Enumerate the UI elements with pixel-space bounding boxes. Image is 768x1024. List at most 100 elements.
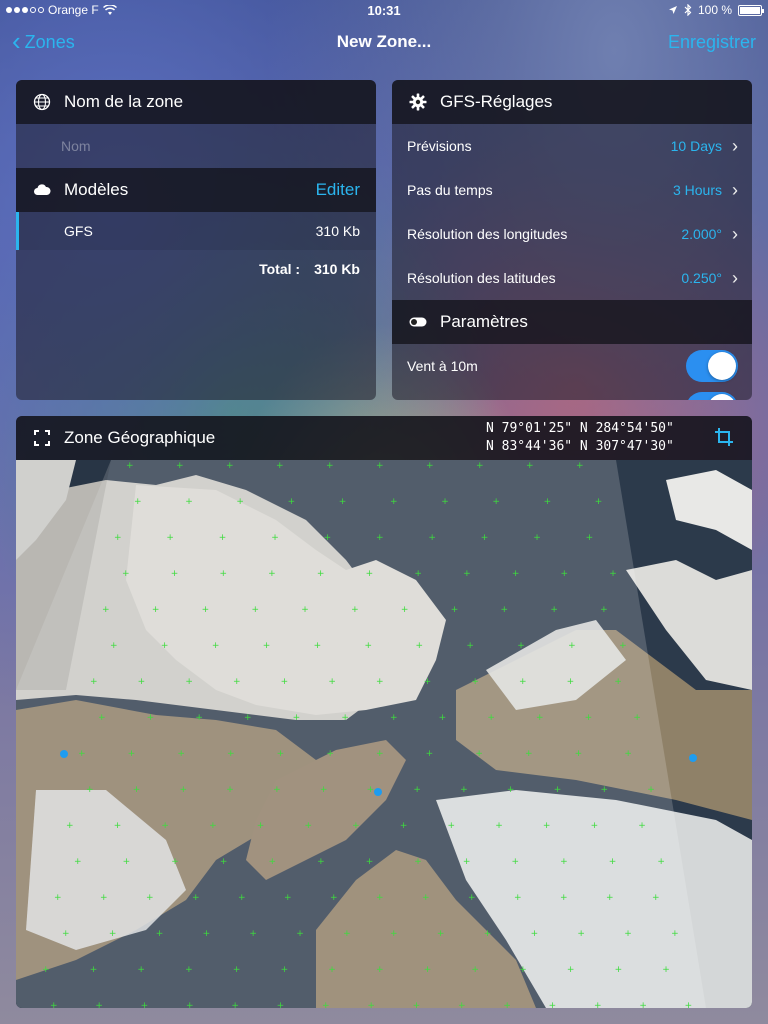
grid-point: +	[512, 569, 520, 579]
next-parameter-toggle[interactable]	[686, 392, 738, 400]
grid-point: +	[671, 929, 679, 939]
total-value: 310 Kb	[314, 261, 360, 277]
grid-point: +	[544, 497, 552, 507]
grid-point: +	[330, 893, 338, 903]
grid-point: +	[619, 641, 627, 651]
grid-point: +	[376, 965, 384, 975]
grid-point: +	[376, 749, 384, 759]
grid-point: +	[98, 713, 106, 723]
grid-point: +	[624, 929, 632, 939]
grid-point: +	[244, 713, 252, 723]
grid-point: +	[251, 605, 259, 615]
grid-point: +	[212, 641, 220, 651]
satellite-map[interactable]: + + + + + + + + + + + + + + + + + + + + + + + + + + + + + + + + + + + + + + + +…	[16, 460, 752, 1008]
grid-point: +	[441, 497, 449, 507]
grid-point: +	[288, 497, 296, 507]
grid-point: +	[426, 461, 434, 471]
model-size: 310 Kb	[315, 223, 360, 239]
crop-icon[interactable]	[714, 427, 734, 452]
grid-point: +	[533, 533, 541, 543]
grid-point: +	[475, 749, 483, 759]
carrier-label: Orange F	[48, 3, 99, 17]
grid-point: +	[326, 461, 334, 471]
parameters-header: Paramètres	[392, 300, 752, 344]
grid-point: +	[414, 857, 422, 867]
grid-point: +	[476, 461, 484, 471]
expand-icon[interactable]	[32, 428, 52, 448]
edit-models-button[interactable]: Editer	[316, 180, 360, 200]
forecast-row[interactable]: Prévisions 10 Days ›	[392, 124, 752, 168]
grid-point: +	[50, 1001, 58, 1008]
latitude-resolution-row[interactable]: Résolution des latitudes 0.250° ›	[392, 256, 752, 300]
grid-point: +	[484, 929, 492, 939]
grid-point: +	[624, 749, 632, 759]
zone-name-input[interactable]	[61, 138, 341, 154]
grid-point: +	[685, 1001, 693, 1008]
globe-icon	[32, 92, 52, 112]
grid-point: +	[428, 533, 436, 543]
grid-point: +	[639, 1001, 647, 1008]
grid-point: +	[415, 641, 423, 651]
grid-point: +	[614, 677, 622, 687]
grid-point: +	[257, 821, 265, 831]
setting-value: 3 Hours	[672, 182, 722, 198]
grid-point: +	[426, 749, 434, 759]
grid-point: +	[514, 893, 522, 903]
grid-point: +	[277, 1001, 285, 1008]
grid-point: +	[366, 569, 374, 579]
station-marker[interactable]	[374, 788, 382, 796]
grid-point: +	[186, 1001, 194, 1008]
grid-point: +	[549, 1001, 557, 1008]
grid-point: +	[343, 929, 351, 939]
grid-point: +	[647, 785, 655, 795]
grid-point: +	[609, 569, 617, 579]
grid-point: +	[525, 749, 533, 759]
grid-point: +	[424, 965, 432, 975]
station-marker[interactable]	[60, 750, 68, 758]
model-row-gfs[interactable]: GFS 310 Kb	[16, 212, 376, 250]
grid-point: +	[638, 821, 646, 831]
gfs-settings-header: GFS-Réglages	[392, 80, 752, 124]
grid-point: +	[451, 605, 459, 615]
setting-value: 0.250°	[681, 270, 722, 286]
station-marker[interactable]	[689, 754, 697, 762]
grid-point: +	[263, 641, 271, 651]
grid-point: +	[400, 821, 408, 831]
grid-point: +	[42, 965, 50, 975]
grid-point: +	[463, 857, 471, 867]
gfs-settings-title: GFS-Réglages	[440, 92, 553, 111]
grid-point: +	[591, 821, 599, 831]
grid-point: +	[536, 713, 544, 723]
time-step-row[interactable]: Pas du temps 3 Hours ›	[392, 168, 752, 212]
location-arrow-icon	[668, 6, 677, 14]
grid-point: +	[296, 929, 304, 939]
geographic-zone-panel: Zone Géographique N 79°01'25" N 284°54'5…	[16, 416, 752, 1008]
back-button[interactable]: ‹ Zones	[12, 25, 212, 56]
geographic-zone-header: Zone Géographique N 79°01'25" N 284°54'5…	[16, 416, 752, 460]
grid-point: +	[141, 1001, 149, 1008]
grid-point: +	[519, 965, 527, 975]
chevron-left-icon: ‹	[12, 25, 21, 56]
grid-point: +	[560, 857, 568, 867]
clock: 10:31	[367, 2, 401, 18]
grid-point: +	[95, 1001, 103, 1008]
grid-point: +	[517, 641, 525, 651]
wind-10m-toggle[interactable]	[686, 350, 738, 382]
grid-point: +	[376, 677, 384, 687]
grid-point: +	[276, 461, 284, 471]
grid-point: +	[560, 893, 568, 903]
grid-point: +	[314, 641, 322, 651]
grid-point: +	[328, 965, 336, 975]
save-button[interactable]: Enregistrer	[556, 32, 756, 53]
setting-value: 10 Days	[670, 138, 722, 154]
grid-point: +	[615, 965, 623, 975]
grid-point: +	[114, 533, 122, 543]
grid-point: +	[460, 785, 468, 795]
wifi-icon	[102, 4, 117, 15]
grid-point: +	[609, 857, 617, 867]
longitude-resolution-row[interactable]: Résolution des longitudes 2.000° ›	[392, 212, 752, 256]
grid-point: +	[86, 785, 94, 795]
grid-point: +	[114, 821, 122, 831]
grid-point: +	[146, 893, 154, 903]
grid-point: +	[238, 893, 246, 903]
